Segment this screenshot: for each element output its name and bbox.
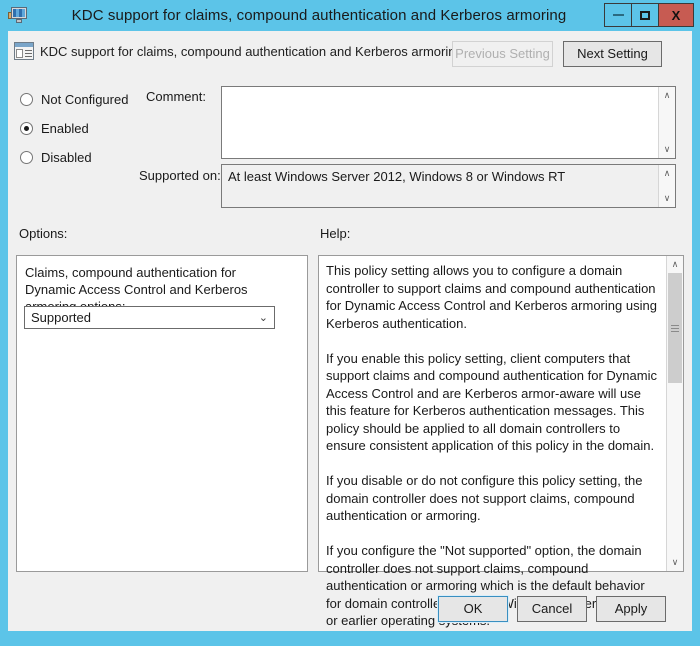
close-button[interactable]: X: [658, 3, 694, 27]
supported-on-scrollbar[interactable]: ∧ ∨: [658, 165, 675, 207]
scroll-up-icon[interactable]: ∧: [659, 165, 675, 182]
title-bar[interactable]: KDC support for claims, compound authent…: [0, 0, 700, 31]
minimize-icon: [612, 14, 624, 16]
window-controls: X: [604, 3, 694, 27]
comment-textarea[interactable]: ∧ ∨: [221, 86, 676, 159]
scroll-down-icon[interactable]: ∨: [667, 554, 683, 571]
supported-on-value: At least Windows Server 2012, Windows 8 …: [228, 169, 566, 184]
options-panel: Claims, compound authentication for Dyna…: [16, 255, 308, 572]
radio-disabled-label: Disabled: [41, 150, 92, 165]
supported-on-label: Supported on:: [139, 168, 221, 183]
comment-scrollbar[interactable]: ∧ ∨: [658, 87, 675, 158]
scroll-up-icon[interactable]: ∧: [659, 87, 675, 104]
help-label: Help:: [320, 226, 351, 241]
help-scrollbar[interactable]: ∧ ∨: [666, 256, 683, 571]
apply-button[interactable]: Apply: [596, 596, 666, 622]
scroll-down-icon[interactable]: ∨: [659, 141, 675, 158]
help-panel: This policy setting allows you to config…: [318, 255, 684, 628]
options-label: Options:: [19, 226, 68, 241]
minimize-button[interactable]: [604, 3, 632, 27]
policy-header: KDC support for claims, compound authent…: [8, 31, 692, 79]
radio-enabled[interactable]: Enabled: [20, 121, 89, 136]
comment-label: Comment:: [146, 89, 206, 104]
kdc-support-dropdown-value: Supported: [31, 310, 91, 325]
kdc-support-dropdown[interactable]: Supported ⌄: [24, 306, 275, 329]
policy-title: KDC support for claims, compound authent…: [40, 44, 463, 59]
previous-setting-button[interactable]: Previous Setting: [452, 41, 553, 67]
radio-disabled[interactable]: Disabled: [20, 150, 92, 165]
radio-not-configured[interactable]: Not Configured: [20, 92, 128, 107]
scroll-down-icon[interactable]: ∨: [659, 190, 675, 207]
help-text: This policy setting allows you to config…: [326, 263, 657, 628]
computer-monitor-icon: [8, 5, 30, 27]
policy-setting-dialog: KDC support for claims, compound authent…: [0, 0, 700, 646]
chevron-down-icon[interactable]: ⌄: [259, 311, 268, 324]
cancel-button[interactable]: Cancel: [517, 596, 587, 622]
maximize-button[interactable]: [631, 3, 659, 27]
scroll-up-icon[interactable]: ∧: [667, 256, 683, 273]
radio-disabled-mark[interactable]: [20, 151, 33, 164]
radio-enabled-label: Enabled: [41, 121, 89, 136]
ok-button[interactable]: OK: [437, 595, 509, 623]
help-scrollbar-thumb[interactable]: [668, 273, 682, 383]
supported-on-field: At least Windows Server 2012, Windows 8 …: [221, 164, 676, 208]
maximize-icon: [640, 10, 650, 20]
radio-enabled-mark[interactable]: [20, 122, 33, 135]
radio-not-configured-mark[interactable]: [20, 93, 33, 106]
window-title: KDC support for claims, compound authent…: [71, 7, 567, 24]
policy-setting-icon: [14, 42, 34, 60]
grip-icon: [671, 324, 679, 332]
radio-not-configured-label: Not Configured: [41, 92, 129, 107]
next-setting-button[interactable]: Next Setting: [563, 41, 662, 67]
dialog-client-area: KDC support for claims, compound authent…: [8, 31, 692, 631]
